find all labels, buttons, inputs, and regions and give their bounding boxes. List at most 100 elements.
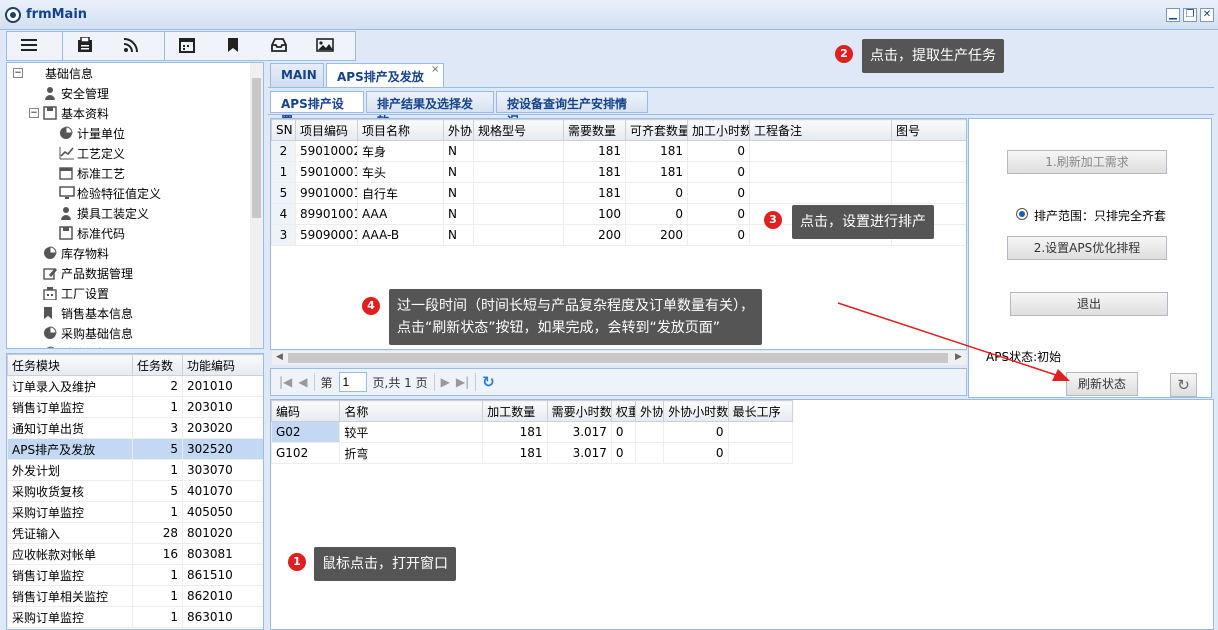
process-row[interactable]: G102 折弯 181 3.017 0 0 [271, 442, 794, 464]
inbox-icon[interactable] [268, 35, 290, 55]
tree-node[interactable]: 安全管理 [29, 83, 109, 103]
set-aps-button[interactable]: 2.设置APS优化排程 [1007, 236, 1167, 260]
task-row[interactable]: 凭证输入 28 801020 [7, 522, 263, 544]
task-row[interactable]: 销售订单监控 1 861510 [7, 564, 263, 586]
task-row[interactable]: 通知订单出货 3 203020 [7, 417, 263, 439]
rss-icon[interactable] [120, 35, 142, 55]
collapse-icon[interactable]: − [29, 108, 39, 118]
project-row[interactable]: 1 59010001 车头 N 181 181 0 [271, 161, 966, 183]
tree-node[interactable]: 系统维护 [29, 343, 109, 348]
tree-node-label: 销售基本信息 [61, 306, 134, 321]
col-header[interactable]: 需要小时数 [546, 400, 612, 422]
collapse-icon[interactable]: − [13, 68, 23, 78]
document-icon[interactable] [74, 35, 96, 55]
col-header[interactable]: 最长工序 [727, 400, 794, 422]
tree-node[interactable]: 采购基础信息 [29, 323, 133, 343]
tree-node[interactable]: 计量单位 [45, 123, 125, 143]
task-row[interactable]: 采购订单监控 1 863010 [7, 606, 263, 628]
col-header[interactable]: 项目编码 [295, 119, 358, 141]
callout-2: 点击，提取生产任务 [862, 39, 1004, 73]
tree-node[interactable]: 工艺定义 [45, 143, 125, 163]
reload-icon[interactable]: ↻ [1170, 373, 1197, 397]
task-row[interactable]: 应收帐款对帐单 16 803081 [7, 543, 263, 565]
scope-radio[interactable] [1016, 208, 1028, 220]
calendar-icon[interactable] [176, 35, 198, 55]
project-row[interactable]: 2 59010002 车身 N 181 181 0 [271, 140, 966, 162]
close-button[interactable]: ✕ [1200, 8, 1214, 22]
subtab-aps-settings[interactable]: APS排产设置 [270, 91, 364, 128]
task-row[interactable]: 采购订单监控 1 405050 [7, 501, 263, 523]
subtab-equipment-query[interactable]: 按设备查询生产安排情况 [496, 91, 648, 128]
task-row[interactable]: 采购收货复核 5 401070 [7, 480, 263, 502]
col-header[interactable]: 项目名称 [357, 119, 444, 141]
col-header[interactable]: 加工数量 [482, 400, 548, 422]
function-code-cell: 801020 [182, 522, 263, 544]
tree-node[interactable]: − 基本资料 [29, 103, 109, 123]
callout-4-line1: 过一段时间（时间长短与产品复杂程度及订单数量有关）， [397, 298, 754, 314]
project-cell: 自行车 [357, 182, 444, 204]
task-row[interactable]: 订单录入及维护 2 201010 [7, 375, 263, 397]
function-code-cell: 302520 [182, 438, 263, 460]
col-header[interactable]: SN [271, 119, 296, 141]
col-header[interactable]: 工程备注 [749, 119, 892, 141]
prev-page-icon[interactable]: ◀ [298, 375, 307, 389]
bookmark-icon[interactable] [222, 35, 244, 55]
last-page-icon[interactable]: ▶| [456, 375, 469, 389]
col-header-function-code[interactable]: 功能编码 [182, 354, 263, 376]
project-cell: 车头 [357, 161, 444, 183]
tree-node[interactable]: 检验特征值定义 [45, 183, 161, 203]
refresh-demand-button[interactable]: 1.刷新加工需求 [1007, 150, 1167, 174]
refresh-icon[interactable]: ↻ [482, 373, 495, 391]
tab-main[interactable]: MAIN [270, 63, 324, 87]
tree-node[interactable]: 库存物料 [29, 243, 109, 263]
col-header[interactable]: 权重 [610, 400, 637, 422]
tree-node-label: 采购基础信息 [61, 326, 134, 341]
tree-node[interactable]: − 基础信息 [13, 63, 93, 83]
col-header[interactable]: 编码 [271, 400, 341, 422]
project-cell: 59010001 [295, 161, 358, 183]
tree-node-label: 标准代码 [77, 226, 126, 241]
col-header[interactable]: 外协 [635, 400, 665, 422]
tab-aps[interactable]: APS排产及发放 [326, 63, 444, 87]
tree-node[interactable]: 销售基本信息 [29, 303, 133, 323]
minimize-button[interactable]: ▁ [1166, 8, 1180, 22]
col-header-task-count[interactable]: 任务数 [132, 354, 183, 376]
project-row[interactable]: 5 99010001 自行车 N 181 0 0 [271, 182, 966, 204]
next-page-icon[interactable]: ▶ [441, 375, 450, 389]
tree-node[interactable]: 标准代码 [45, 223, 125, 243]
tree-scroll-thumb[interactable] [252, 78, 261, 218]
col-header[interactable]: 名称 [339, 400, 484, 422]
col-header[interactable]: 图号 [891, 119, 966, 141]
col-header[interactable]: 需要数量 [563, 119, 626, 141]
tree-node[interactable]: 标准工艺 [45, 163, 125, 183]
col-header[interactable]: 加工小时数 [687, 119, 750, 141]
tree-node[interactable]: 工厂设置 [29, 283, 109, 303]
page-input[interactable] [338, 372, 367, 392]
scroll-left-icon[interactable]: ◀ [276, 352, 283, 362]
col-header[interactable]: 规格型号 [473, 119, 564, 141]
subtab-results[interactable]: 排产结果及选择发放 [366, 91, 494, 128]
callout-4-line2: 点击“刷新状态”按钮，如果完成，会转到“发放页面” [397, 320, 721, 336]
task-row[interactable]: 外发计划 1 303070 [7, 459, 263, 481]
task-row[interactable]: 销售订单监控 1 203010 [7, 396, 263, 418]
tree-node[interactable]: 产品数据管理 [29, 263, 133, 283]
process-cell: 181 [482, 421, 548, 443]
floppy-icon [43, 106, 57, 120]
user-icon [43, 86, 57, 100]
task-module-cell: 通知订单出货 [7, 417, 133, 439]
col-header[interactable]: 可齐套数量 [625, 119, 688, 141]
tab-close-icon[interactable]: × [431, 64, 439, 75]
image-icon[interactable] [314, 35, 336, 55]
tree-node[interactable]: 摸具工装定义 [45, 203, 149, 223]
col-header[interactable]: 外协 [443, 119, 474, 141]
first-page-icon[interactable]: |◀ [279, 375, 292, 389]
col-header-task-module[interactable]: 任务模块 [7, 354, 133, 376]
task-row[interactable]: 销售订单相关监控 1 862010 [7, 585, 263, 607]
calendar-icon [59, 166, 73, 180]
project-cell: 2 [271, 140, 296, 162]
col-header[interactable]: 外协小时数 [663, 400, 729, 422]
menu-icon[interactable] [18, 35, 40, 55]
task-row[interactable]: APS排产及发放 5 302520 [7, 438, 263, 460]
process-row[interactable]: G02 较平 181 3.017 0 0 [271, 421, 794, 443]
restore-button[interactable]: ❐ [1183, 8, 1197, 22]
